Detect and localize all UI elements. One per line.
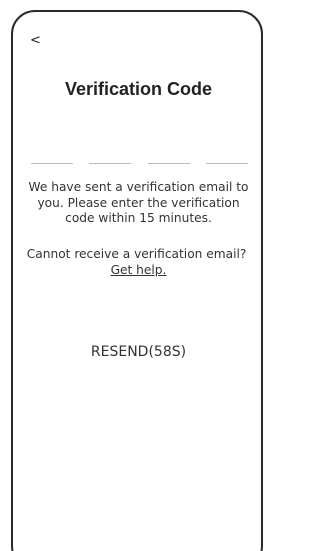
get-help-link[interactable]: Get help.	[111, 263, 167, 277]
code-digit-2-input[interactable]	[89, 149, 131, 164]
code-digit-3-input[interactable]	[148, 149, 190, 164]
verification-message: We have sent a verification email to you…	[28, 180, 249, 225]
help-prompt: Cannot receive a verification email?	[26, 247, 247, 261]
page-title: Verification Code	[64, 79, 213, 99]
code-digit-1-input[interactable]	[31, 149, 73, 164]
help-text: Cannot receive a verification email? Get…	[26, 247, 251, 278]
resend-button[interactable]: RESEND(58S)	[26, 340, 251, 364]
code-digit-4-input[interactable]	[206, 149, 248, 164]
chevron-left-icon[interactable]: <	[30, 34, 42, 48]
